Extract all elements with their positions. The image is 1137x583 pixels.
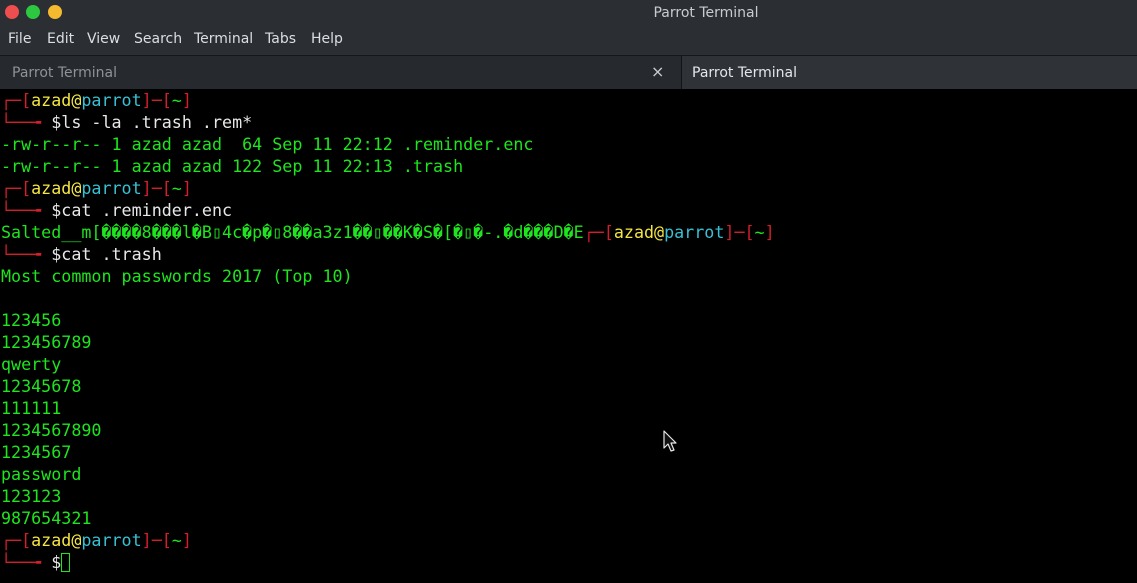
output-line: Salted__m[����8���l�B▯4c�p�▯8��a3z1��▯��… — [1, 221, 775, 243]
prompt-bracket: ] — [764, 222, 775, 242]
command-text: cat .trash — [61, 244, 162, 264]
prompt-user: azad — [31, 530, 72, 550]
mouse-pointer-icon — [663, 430, 677, 452]
prompt-bracket: [ — [744, 222, 755, 242]
password-line: 1234567890 — [1, 420, 102, 440]
command-line: └──╼ $ — [1, 551, 71, 573]
terminal-output[interactable]: ┌─[azad@parrot]─[~] └──╼ $ls -la .trash … — [0, 89, 1137, 583]
terminal-cursor[interactable] — [61, 553, 71, 572]
menu-edit[interactable]: Edit — [47, 31, 74, 47]
password-line: 123456789 — [1, 332, 92, 352]
prompt-bracket: [ — [21, 178, 32, 198]
prompt-sign: $ — [51, 244, 62, 264]
menu-search[interactable]: Search — [134, 31, 182, 47]
prompt-at: @ — [71, 90, 82, 110]
prompt-dir: ~ — [171, 90, 182, 110]
menu-bar: File Edit View Search Terminal Tabs Help — [0, 24, 1137, 55]
prompt-bracket: ] — [141, 90, 152, 110]
prompt-dir: ~ — [754, 222, 765, 242]
prompt-host: parrot — [81, 90, 142, 110]
output-line: Most common passwords 2017 (Top 10) — [1, 266, 353, 286]
prompt-bracket: [ — [21, 530, 32, 550]
prompt-dash: ─ — [151, 90, 162, 110]
tab-close-icon[interactable]: × — [651, 62, 664, 81]
title-bar[interactable]: Parrot Terminal — [0, 0, 1137, 24]
prompt-bracket: ] — [724, 222, 735, 242]
output-line: -rw-r--r-- 1 azad azad 64 Sep 11 22:12 .… — [1, 134, 534, 154]
prompt-bracket: ] — [181, 90, 192, 110]
command-line: └──╼ $cat .trash — [1, 243, 162, 265]
prompt-sign: $ — [51, 200, 62, 220]
prompt-arrow: └──╼ — [1, 112, 52, 132]
prompt-bracket: [ — [161, 530, 172, 550]
prompt-sign: $ — [51, 552, 62, 572]
prompt-user: azad — [31, 178, 72, 198]
menu-file[interactable]: File — [8, 31, 31, 47]
prompt-at: @ — [71, 178, 82, 198]
prompt-bracket: ] — [141, 530, 152, 550]
prompt-at: @ — [654, 222, 665, 242]
window-title: Parrot Terminal — [653, 5, 759, 21]
prompt-dir: ~ — [171, 178, 182, 198]
tab-label: Parrot Terminal — [12, 65, 118, 81]
prompt-bracket: [ — [21, 90, 32, 110]
prompt-corner: ┌─ — [583, 222, 604, 242]
prompt-corner: ┌─ — [1, 530, 22, 550]
prompt-dash: ─ — [151, 178, 162, 198]
menu-help[interactable]: Help — [311, 31, 343, 47]
prompt-host: parrot — [81, 530, 142, 550]
command-text: ls -la .trash .rem* — [61, 112, 253, 132]
prompt-dash: ─ — [151, 530, 162, 550]
prompt-corner: ┌─ — [1, 90, 22, 110]
password-line: 1234567 — [1, 442, 72, 462]
tab-terminal-2[interactable]: Parrot Terminal — [682, 56, 1137, 89]
menu-terminal[interactable]: Terminal — [194, 31, 253, 47]
prompt-bracket: [ — [161, 178, 172, 198]
command-line: └──╼ $ls -la .trash .rem* — [1, 111, 252, 133]
terminal-window: Parrot Terminal File Edit View Search Te… — [0, 0, 1137, 583]
password-line: qwerty — [1, 354, 62, 374]
prompt-sign: $ — [51, 112, 62, 132]
tab-bar: Parrot Terminal × Parrot Terminal — [0, 55, 1137, 90]
prompt-line: ┌─[azad@parrot]─[~] — [1, 89, 192, 111]
prompt-bracket: [ — [603, 222, 614, 242]
command-text: cat .reminder.enc — [61, 200, 233, 220]
password-line: 987654321 — [1, 508, 92, 528]
menu-view[interactable]: View — [87, 31, 120, 47]
prompt-arrow: └──╼ — [1, 244, 52, 264]
prompt-user: azad — [31, 90, 72, 110]
prompt-line: ┌─[azad@parrot]─[~] — [1, 177, 192, 199]
prompt-arrow: └──╼ — [1, 552, 52, 572]
encrypted-output: Salted__m[����8���l�B▯4c�p�▯8��a3z1��▯��… — [1, 222, 584, 242]
prompt-at: @ — [71, 530, 82, 550]
command-line: └──╼ $cat .reminder.enc — [1, 199, 232, 221]
tab-label: Parrot Terminal — [692, 65, 798, 81]
prompt-bracket: ] — [181, 178, 192, 198]
prompt-corner: ┌─ — [1, 178, 22, 198]
prompt-dash: ─ — [734, 222, 745, 242]
prompt-user: azad — [613, 222, 655, 242]
password-line: 12345678 — [1, 376, 82, 396]
password-line: 123456 — [1, 310, 62, 330]
prompt-bracket: ] — [141, 178, 152, 198]
prompt-arrow: └──╼ — [1, 200, 52, 220]
prompt-dir: ~ — [171, 530, 182, 550]
prompt-host: parrot — [664, 222, 725, 242]
prompt-bracket: ] — [181, 530, 192, 550]
menu-tabs[interactable]: Tabs — [265, 31, 296, 47]
password-line: 111111 — [1, 398, 62, 418]
password-line: 123123 — [1, 486, 62, 506]
prompt-host: parrot — [81, 178, 142, 198]
output-line: -rw-r--r-- 1 azad azad 122 Sep 11 22:13 … — [1, 156, 464, 176]
prompt-bracket: [ — [161, 90, 172, 110]
prompt-line: ┌─[azad@parrot]─[~] — [1, 529, 192, 551]
password-line: password — [1, 464, 82, 484]
tab-terminal-1[interactable]: Parrot Terminal × — [0, 56, 681, 89]
